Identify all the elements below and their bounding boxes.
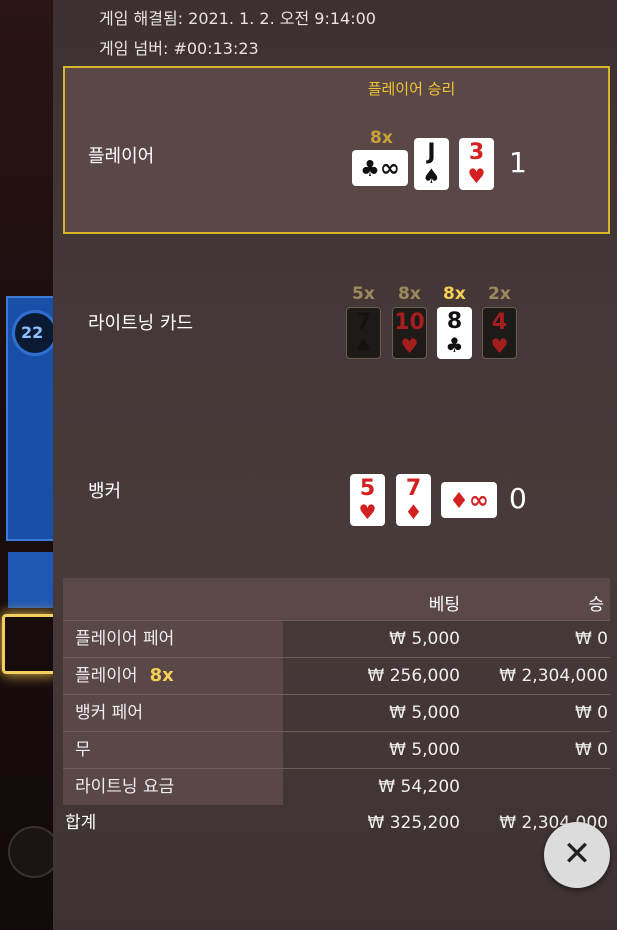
player-score: 1	[509, 146, 527, 179]
card-suit: ♠	[354, 334, 373, 358]
card-rank: ∞	[379, 154, 400, 182]
player-card: ♣∞	[352, 150, 408, 186]
row-label-text: 뱅커 페어	[75, 703, 143, 723]
row-label-text: 합계	[65, 813, 97, 833]
card-suit: ♠	[422, 164, 441, 188]
card-rank: 3	[468, 140, 485, 165]
bet-amount: ₩ 5,000	[389, 703, 460, 723]
player-card-multiplier: 8x	[370, 128, 393, 148]
player-label: 플레이어	[88, 146, 155, 167]
table-row: 라이트닝 요금 ₩ 54,200	[63, 768, 610, 805]
row-label-text: 플레이어	[75, 666, 138, 686]
total-row: 합계 ₩ 325,200 ₩ 2,304,000	[63, 805, 610, 841]
row-label: 합계	[63, 805, 283, 841]
card-rank: 5	[359, 476, 376, 501]
row-label-text: 플레이어 페어	[75, 629, 175, 649]
close-icon: ✕	[562, 834, 592, 874]
table-row: 무 ₩ 5,000 ₩ 0	[63, 731, 610, 768]
close-button[interactable]: ✕	[544, 822, 610, 888]
win-column-header: 승	[588, 595, 604, 615]
player-card: J ♠	[414, 138, 449, 190]
bet-amount: ₩ 325,200	[367, 813, 460, 833]
row-label: 무	[63, 732, 283, 768]
bets-table: 베팅 승 플레이어 페어 ₩ 5,000 ₩ 0 플레이어 8x ₩ 256,000 ₩ 2…	[63, 578, 610, 841]
banker-card: 5 ♥	[350, 474, 385, 526]
banker-card: 7 ♦	[396, 474, 431, 526]
card-rank: J	[427, 140, 436, 165]
row-label-text: 무	[75, 740, 91, 760]
lightning-multiplier: 5x	[352, 284, 375, 304]
table-header: 베팅 승	[63, 578, 610, 620]
lightning-card: 10 ♥	[392, 307, 427, 359]
row-label: 라이트닝 요금	[63, 769, 283, 805]
card-rank: 7	[405, 476, 422, 501]
card-rank: 8	[446, 309, 463, 334]
win-amount: ₩ 0	[574, 629, 608, 649]
lightning-card: 8 ♣	[437, 307, 472, 359]
card-suit: ♥	[400, 334, 419, 358]
bet-amount: ₩ 256,000	[367, 666, 460, 686]
row-label: 플레이어 페어	[63, 621, 283, 657]
win-amount: ₩ 0	[574, 740, 608, 760]
card-suit: ♣	[445, 333, 464, 357]
card-rank: 7	[355, 310, 372, 335]
lightning-card: 7 ♠	[346, 307, 381, 359]
card-suit: ♦	[449, 489, 469, 514]
banker-score: 0	[509, 482, 527, 515]
game-number: 게임 넘버: #00:13:23	[99, 39, 259, 58]
bet-column-header: 베팅	[428, 595, 460, 615]
table-row: 플레이어 페어 ₩ 5,000 ₩ 0	[63, 620, 610, 657]
card-suit: ♥	[467, 164, 486, 188]
lightning-multiplier: 8x	[398, 284, 421, 304]
row-label-text: 라이트닝 요금	[75, 777, 175, 797]
card-rank: ∞	[468, 486, 489, 514]
bet-amount: ₩ 54,200	[378, 777, 460, 797]
row-label: 플레이어 8x	[63, 658, 283, 694]
player-card: 3 ♥	[459, 138, 494, 190]
win-amount: ₩ 0	[574, 703, 608, 723]
lightning-card: 4 ♥	[482, 307, 517, 359]
lightning-multiplier: 2x	[488, 284, 511, 304]
card-rank: 10	[394, 310, 425, 335]
background-highlight-spot	[2, 614, 57, 674]
bet-amount: ₩ 5,000	[389, 629, 460, 649]
player-win-label: 플레이어 승리	[367, 80, 456, 98]
card-suit: ♦	[404, 500, 423, 524]
table-row: 뱅커 페어 ₩ 5,000 ₩ 0	[63, 694, 610, 731]
card-suit: ♥	[490, 334, 509, 358]
banker-label: 뱅커	[88, 481, 122, 502]
multiplier-badge: 8x	[149, 665, 174, 686]
game-resolved-time: 게임 해결됨: 2021. 1. 2. 오전 9:14:00	[99, 9, 376, 28]
table-row: 플레이어 8x ₩ 256,000 ₩ 2,304,000	[63, 657, 610, 694]
row-label: 뱅커 페어	[63, 695, 283, 731]
banker-card: ♦∞	[441, 482, 497, 518]
lightning-cards-label: 라이트닝 카드	[88, 313, 194, 334]
card-suit: ♥	[358, 500, 377, 524]
lightning-multiplier: 8x	[443, 284, 466, 304]
background-timer: 22	[12, 310, 58, 356]
card-suit: ♣	[360, 157, 380, 182]
win-amount: ₩ 2,304,000	[499, 666, 608, 686]
card-rank: 4	[491, 310, 508, 335]
bet-amount: ₩ 5,000	[389, 740, 460, 760]
